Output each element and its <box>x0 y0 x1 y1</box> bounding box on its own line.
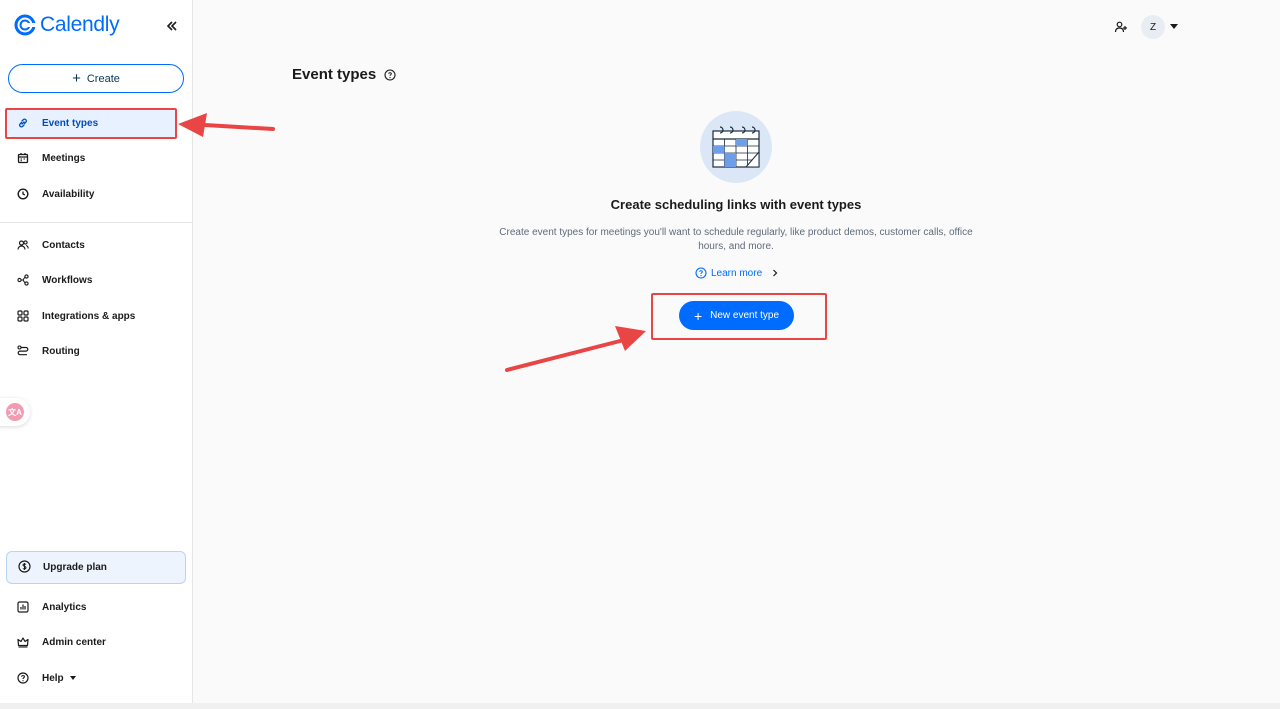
sidebar-item-label: Help <box>42 672 64 684</box>
chevron-right-icon <box>773 269 778 277</box>
sidebar-item-meetings[interactable]: Meetings <box>8 143 176 173</box>
question-circle-icon <box>695 267 707 279</box>
contacts-icon <box>16 238 30 252</box>
annotation-box-event-types <box>5 108 177 139</box>
sidebar-item-label: Integrations & apps <box>42 310 136 322</box>
sidebar-item-analytics[interactable]: Analytics <box>8 592 176 622</box>
sidebar-item-availability[interactable]: Availability <box>8 179 176 209</box>
calendar-illustration-icon <box>712 126 760 168</box>
sidebar-item-label: Contacts <box>42 239 85 251</box>
translate-widget[interactable]: 文A <box>0 398 30 426</box>
sidebar-item-label: Analytics <box>42 601 87 613</box>
sidebar-item-workflows[interactable]: Workflows <box>8 265 176 295</box>
translate-icon: 文A <box>6 403 24 421</box>
dollar-circle-icon <box>18 559 31 576</box>
avatar-caret-icon[interactable] <box>1170 24 1178 29</box>
caret-down-icon <box>69 676 76 680</box>
help-circle-icon[interactable] <box>384 69 396 81</box>
bottom-scroll-strip <box>0 703 1280 709</box>
add-user-icon <box>1114 21 1127 33</box>
sidebar-divider <box>0 222 192 223</box>
sidebar-item-routing[interactable]: Routing <box>8 336 176 366</box>
plus-icon: + <box>72 70 81 87</box>
create-label: Create <box>86 72 120 85</box>
collapse-sidebar-button[interactable] <box>163 17 181 35</box>
sidebar-item-label: Availability <box>42 188 95 200</box>
calendar-icon <box>16 151 30 165</box>
upgrade-plan-label: Upgrade plan <box>43 562 107 573</box>
annotation-box-new-event <box>651 293 827 340</box>
routing-icon <box>16 344 30 358</box>
help-icon <box>16 671 30 685</box>
double-chevron-left-icon <box>166 21 177 31</box>
sidebar-item-integrations[interactable]: Integrations & apps <box>8 301 176 331</box>
calendar-illustration <box>700 111 772 183</box>
sidebar: Calendly + Create Event types Meetings A… <box>0 0 193 709</box>
avatar[interactable]: Z <box>1141 15 1165 39</box>
apps-grid-icon <box>16 309 30 323</box>
brand-name: Calendly <box>40 13 120 36</box>
sidebar-item-contacts[interactable]: Contacts <box>8 230 176 260</box>
empty-state-title: Create scheduling links with event types <box>610 197 862 212</box>
sidebar-item-label: Admin center <box>42 636 106 648</box>
sidebar-item-admin-center[interactable]: Admin center <box>8 627 176 657</box>
crown-icon <box>16 635 30 649</box>
sidebar-item-label: Meetings <box>42 152 86 164</box>
learn-more-link[interactable]: Learn more <box>695 267 780 279</box>
create-button[interactable]: + Create <box>8 64 184 93</box>
empty-state-description: Create event types for meetings you'll w… <box>499 227 973 252</box>
workflows-icon <box>16 273 30 287</box>
upgrade-plan-button[interactable]: Upgrade plan <box>6 551 186 584</box>
sidebar-item-label: Routing <box>42 345 80 357</box>
page-title: Event types <box>292 66 377 83</box>
sidebar-item-label: Workflows <box>42 274 93 286</box>
clock-icon <box>16 187 30 201</box>
calendly-logo-icon <box>14 14 36 36</box>
invite-user-button[interactable] <box>1112 18 1130 36</box>
learn-more-label: Learn more <box>711 267 763 279</box>
brand-logo[interactable]: Calendly <box>14 13 120 37</box>
analytics-icon <box>16 600 30 614</box>
annotation-arrow-button <box>505 326 646 372</box>
sidebar-item-help[interactable]: Help <box>8 663 176 693</box>
